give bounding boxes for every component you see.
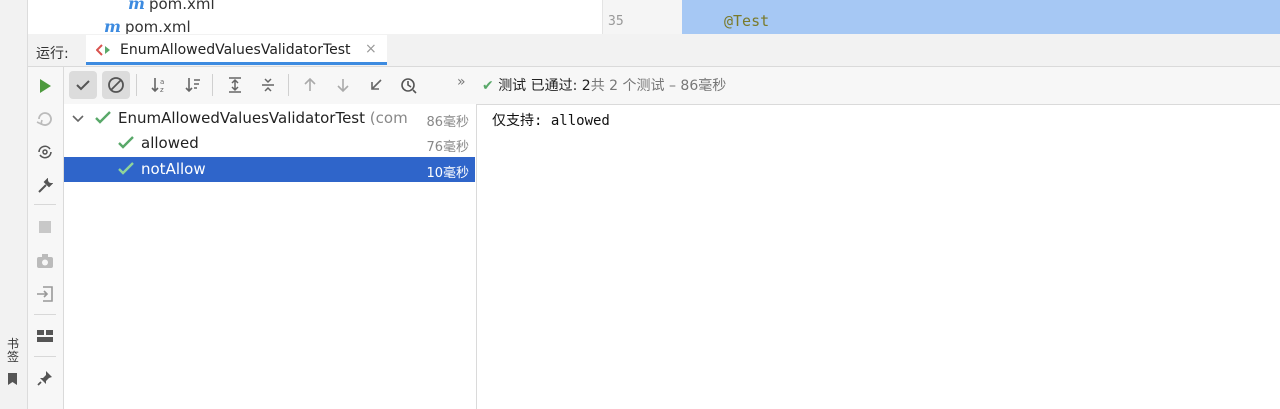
toggle-auto-test-button[interactable] — [33, 140, 57, 164]
rerun-failed-button[interactable] — [33, 107, 57, 131]
project-file-pom[interactable]: m pom.xml — [128, 0, 215, 13]
sort-by-duration-button[interactable] — [179, 71, 207, 99]
test-suite-row[interactable]: EnumAllowedValuesValidatorTest (com 86毫秒 — [64, 106, 475, 131]
rerun-button[interactable] — [33, 74, 57, 98]
test-row[interactable]: allowed 76毫秒 — [64, 131, 475, 156]
check-icon — [76, 80, 90, 91]
collapse-all-button[interactable] — [254, 71, 282, 99]
previous-failed-test-button[interactable] — [296, 71, 324, 99]
test-status-summary: ✔ 测试 已通过: 2共 2 个测试 – 86毫秒 — [482, 75, 726, 95]
test-suite-name: EnumAllowedValuesValidatorTest (com — [118, 109, 408, 127]
side-divider — [34, 204, 56, 205]
console-output[interactable]: 仅支持: allowed — [492, 110, 610, 130]
side-divider — [34, 314, 56, 315]
settings-wrench-button[interactable] — [33, 174, 57, 198]
test-row-selected[interactable]: notAllow 10毫秒 — [64, 157, 475, 182]
import-tests-button[interactable] — [362, 71, 390, 99]
ignored-icon — [108, 77, 124, 93]
close-tab-icon[interactable]: × — [365, 41, 377, 57]
stop-icon — [39, 221, 51, 233]
chevron-down-icon[interactable] — [72, 114, 84, 124]
passed-check-icon — [118, 162, 134, 175]
bookmarks-tool-label[interactable]: 书签 — [4, 338, 22, 364]
stop-button[interactable] — [33, 215, 57, 239]
status-passed-text: 测试 已通过: 2 — [498, 78, 591, 94]
layout-grid-icon — [37, 330, 53, 342]
run-tab-title: EnumAllowedValuesValidatorTest — [120, 42, 351, 58]
run-tool-label: 运行: — [36, 46, 69, 62]
code-annotation: @Test — [724, 12, 770, 30]
collapse-all-icon — [262, 78, 274, 92]
expand-all-button[interactable] — [221, 71, 249, 99]
show-passed-toggle[interactable] — [69, 71, 97, 99]
test-suite-package: (com — [369, 109, 408, 127]
history-clock-icon — [401, 78, 417, 94]
arrow-up-icon — [304, 77, 316, 91]
test-duration: 10毫秒 — [426, 166, 469, 181]
sort-alphabetically-button[interactable]: az — [145, 71, 173, 99]
screenshot-button[interactable] — [33, 249, 57, 273]
side-divider — [34, 356, 56, 357]
test-run-icon — [96, 44, 110, 56]
passed-check-icon — [118, 136, 134, 149]
test-duration: 86毫秒 — [423, 111, 469, 130]
export-button[interactable] — [33, 282, 57, 306]
test-history-button[interactable] — [395, 71, 423, 99]
test-duration: 76毫秒 — [426, 140, 469, 155]
camera-icon — [37, 254, 53, 268]
expand-all-icon — [229, 77, 241, 93]
passed-check-icon — [95, 111, 111, 124]
show-ignored-toggle[interactable] — [102, 71, 130, 99]
arrow-down-left-icon — [371, 79, 382, 90]
login-arrow-icon — [37, 286, 53, 302]
layout-button[interactable] — [33, 324, 57, 348]
sort-duration-icon — [185, 78, 200, 93]
line-number: 35 — [608, 14, 624, 29]
svg-text:a: a — [160, 78, 164, 86]
run-play-icon — [40, 79, 51, 93]
bookmark-icon[interactable] — [7, 372, 18, 386]
pin-tab-button[interactable] — [33, 366, 57, 390]
pass-check-icon: ✔ — [482, 78, 494, 94]
wrench-icon — [38, 178, 53, 193]
editor-highlighted-line[interactable] — [682, 0, 1280, 34]
test-name: notAllow — [141, 160, 206, 178]
auto-test-icon — [38, 145, 52, 159]
more-actions-chevron-icon[interactable]: » — [457, 74, 466, 90]
pin-icon — [37, 371, 52, 386]
test-name: allowed — [141, 134, 199, 152]
sort-alpha-icon: az — [151, 78, 164, 94]
svg-text:z: z — [160, 86, 164, 94]
rerun-failed-icon — [36, 112, 52, 126]
status-detail-text: 共 2 个测试 – 86毫秒 — [590, 78, 727, 94]
arrow-down-icon — [337, 79, 349, 93]
maven-icon: m — [128, 0, 145, 13]
next-failed-test-button[interactable] — [329, 71, 357, 99]
